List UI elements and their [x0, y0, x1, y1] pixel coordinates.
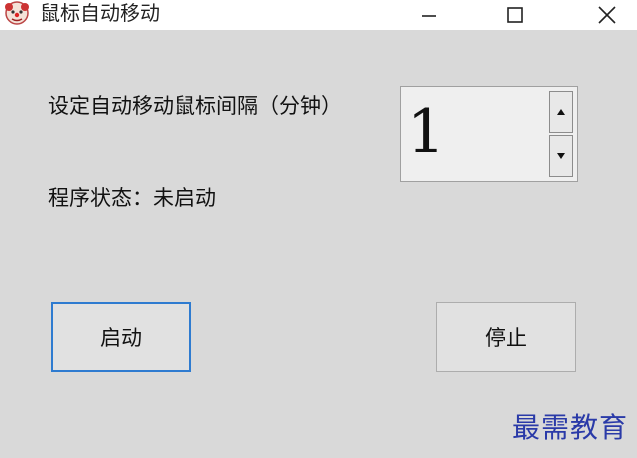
- title-bar: 鼠标自动移动: [0, 0, 637, 30]
- start-button[interactable]: 启动: [51, 302, 191, 372]
- spin-up-button[interactable]: [549, 91, 573, 133]
- close-button[interactable]: [584, 0, 630, 30]
- triangle-down-icon: [557, 153, 565, 159]
- stop-button[interactable]: 停止: [436, 302, 576, 372]
- app-window: 鼠标自动移动 设定自动移动鼠标间隔（分钟） 1 程序状态：未启动 启动 停止 最…: [0, 0, 637, 458]
- spin-down-button[interactable]: [549, 135, 573, 177]
- close-icon: [598, 6, 616, 24]
- clown-app-icon: [2, 0, 32, 26]
- minimize-icon: [422, 15, 436, 17]
- minimize-button[interactable]: [406, 0, 452, 30]
- program-status: 程序状态：未启动: [48, 186, 216, 210]
- maximize-button[interactable]: [492, 0, 538, 30]
- window-title: 鼠标自动移动: [40, 1, 160, 25]
- maximize-icon: [507, 7, 523, 23]
- triangle-up-icon: [557, 109, 565, 115]
- interval-spinbox[interactable]: 1: [400, 86, 578, 182]
- interval-label: 设定自动移动鼠标间隔（分钟）: [48, 94, 342, 118]
- watermark-text: 最需教育: [512, 411, 629, 444]
- interval-value[interactable]: 1: [407, 89, 445, 175]
